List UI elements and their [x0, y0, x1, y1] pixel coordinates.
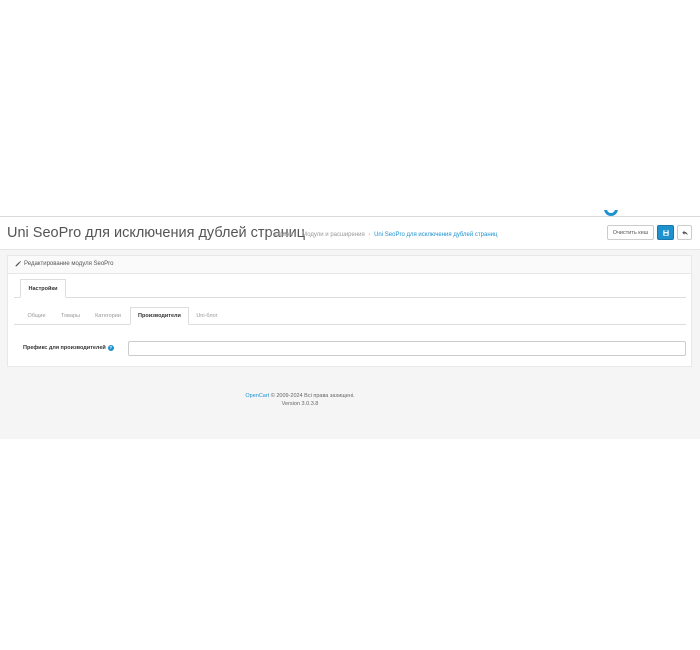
footer: OpenCart © 2009-2024 Всі права захищені.…	[0, 392, 600, 408]
breadcrumb-home[interactable]: Головна	[270, 232, 293, 238]
breadcrumb-current[interactable]: Uni SeoPro для исключения дублей страниц	[374, 232, 497, 238]
panel-heading: Редактирование модуля SeoPro	[8, 256, 691, 274]
main-tabs: Настройки	[14, 279, 686, 298]
page-title: Uni SeoPro для исключения дублей страниц	[7, 225, 306, 241]
breadcrumb-separator: ›	[296, 232, 299, 238]
breadcrumb-separator: ›	[368, 232, 371, 238]
opencart-link[interactable]: OpenCart	[245, 393, 269, 399]
back-button[interactable]	[677, 225, 692, 240]
tab-manufacturers[interactable]: Производители	[130, 307, 189, 325]
admin-content: Uni SeoPro для исключения дублей страниц…	[0, 216, 700, 439]
save-button[interactable]	[657, 225, 674, 240]
manufacturer-prefix-input[interactable]	[128, 341, 686, 356]
settings-panel: Редактирование модуля SeoPro Настройки О…	[7, 255, 692, 367]
sub-tabs: Общие Товары Категории Производители Uni…	[14, 307, 686, 325]
reply-arrow-icon	[681, 230, 688, 235]
prefix-label-text: Префикс для производителей	[23, 345, 106, 351]
tab-general[interactable]: Общие	[20, 307, 53, 325]
clear-cache-button[interactable]: Очистить кеш	[607, 225, 654, 240]
footer-copyright-line: OpenCart © 2009-2024 Всі права захищені.	[0, 392, 600, 400]
prefix-label: Префикс для производителей ?	[23, 345, 114, 351]
floppy-disk-icon	[662, 229, 669, 236]
breadcrumb-extensions[interactable]: Модули и расширения	[302, 232, 365, 238]
tab-products[interactable]: Товары	[54, 307, 87, 325]
tab-uni-blog[interactable]: Uni-блог	[192, 307, 222, 325]
version-text: Version 3.0.3.8	[281, 401, 319, 407]
tab-categories[interactable]: Категории	[89, 307, 127, 325]
pencil-icon	[15, 261, 21, 267]
page-header: Uni SeoPro для исключения дублей страниц…	[0, 217, 700, 250]
copyright-text: © 2009-2024 Всі права захищені.	[270, 393, 355, 399]
panel-title: Редактирование модуля SeoPro	[15, 261, 114, 267]
panel-title-text: Редактирование модуля SeoPro	[24, 261, 114, 267]
tab-settings[interactable]: Настройки	[20, 279, 66, 298]
breadcrumb: Головна › Модули и расширения › Uni SeoP…	[270, 232, 497, 238]
question-circle-icon[interactable]: ?	[107, 345, 114, 351]
